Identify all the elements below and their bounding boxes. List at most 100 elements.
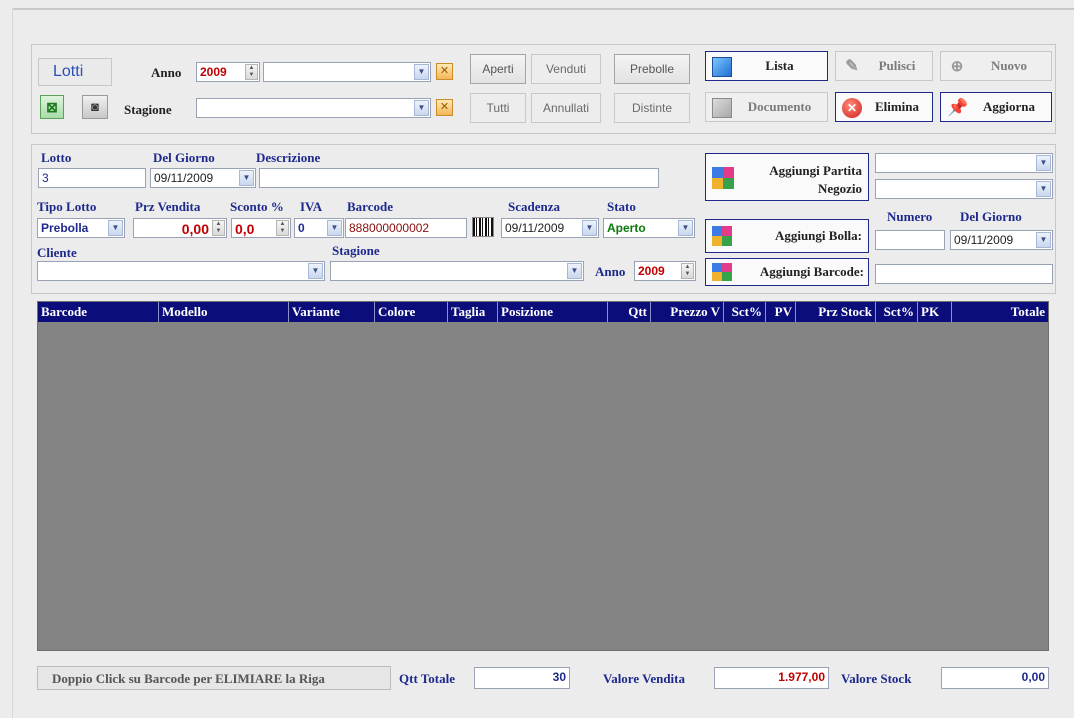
valore-vendita-label: Valore Vendita xyxy=(603,671,685,686)
col-qtt[interactable]: Qtt xyxy=(608,302,651,322)
chevron-down-icon[interactable]: ▼ xyxy=(678,220,693,236)
anno-form-spinner[interactable]: 2009 ▲ ▼ xyxy=(634,261,696,281)
stato-combo[interactable]: Aperto ▼ xyxy=(603,218,695,238)
filter-distinte-button[interactable]: Distinte xyxy=(614,93,690,123)
scadenza-label: Scadenza xyxy=(508,199,560,214)
tipo-lotto-value: Prebolla xyxy=(41,221,89,235)
filter-prebolle-button[interactable]: Prebolle xyxy=(614,54,690,84)
anno-form-value: 2009 xyxy=(638,264,665,278)
chevron-down-icon[interactable]: ▼ xyxy=(1036,155,1051,171)
descrizione-input[interactable] xyxy=(259,168,659,188)
lotto-input[interactable]: 3 xyxy=(38,168,146,188)
side-del-giorno-date[interactable]: 09/11/2009 ▼ xyxy=(950,230,1053,250)
spinner-arrows-icon[interactable]: ▲ ▼ xyxy=(276,220,289,236)
aggiungi-barcode-button[interactable]: Aggiungi Barcode: xyxy=(705,258,869,286)
col-pk[interactable]: PK xyxy=(918,302,952,322)
stagione-label: Stagione xyxy=(124,102,172,117)
anno-spinner[interactable]: 2009 ▲ ▼ xyxy=(196,62,260,82)
col-totale[interactable]: Totale xyxy=(952,302,1048,322)
stagione-form-label: Stagione xyxy=(332,243,380,258)
aggiungi-bolla-label: Aggiungi Bolla: xyxy=(774,228,862,243)
aggiorna-button[interactable]: 📌 Aggiorna xyxy=(940,92,1052,122)
items-grid[interactable]: Barcode Modello Variante Colore Taglia P… xyxy=(37,301,1049,651)
col-prezzo-v[interactable]: Prezzo V xyxy=(651,302,724,322)
chevron-down-icon[interactable]: ▼ xyxy=(582,220,597,236)
stagione-form-combo[interactable]: ▼ xyxy=(330,261,584,281)
chevron-down-icon[interactable]: ▼ xyxy=(108,220,123,236)
col-posizione[interactable]: Posizione xyxy=(498,302,608,322)
col-pv[interactable]: PV xyxy=(766,302,796,322)
partita-combo-2[interactable]: ▼ xyxy=(875,179,1053,199)
stato-label: Stato xyxy=(607,199,636,214)
document-icon xyxy=(712,98,732,118)
col-prz-stock[interactable]: Prz Stock xyxy=(796,302,876,322)
clear-anno-icon[interactable]: ✕ xyxy=(436,63,453,80)
aggiorna-label: Aggiorna xyxy=(983,99,1035,114)
del-giorno-date[interactable]: 09/11/2009 ▼ xyxy=(150,168,256,188)
filter-tutti-button[interactable]: Tutti xyxy=(470,93,526,123)
prz-vendita-spinner[interactable]: 0,00 ▲ ▼ xyxy=(133,218,227,238)
anno-combo[interactable]: ▼ xyxy=(263,62,431,82)
qtt-totale-label: Qtt Totale xyxy=(399,671,455,686)
lotti-title-box: Lotti xyxy=(38,58,112,86)
chevron-down-icon[interactable]: ▼ xyxy=(567,263,582,279)
sconto-spinner[interactable]: 0,0 ▲ ▼ xyxy=(231,218,291,238)
documento-button[interactable]: Documento xyxy=(705,92,828,122)
col-sct-2[interactable]: Sct% xyxy=(876,302,918,322)
chevron-down-icon[interactable]: ▼ xyxy=(414,64,429,80)
del-giorno-label: Del Giorno xyxy=(153,150,215,165)
pulisci-label: Pulisci xyxy=(878,58,916,73)
col-sct-1[interactable]: Sct% xyxy=(724,302,766,322)
lista-label: Lista xyxy=(765,58,794,73)
col-taglia[interactable]: Taglia xyxy=(448,302,498,322)
chevron-down-icon[interactable]: ▼ xyxy=(414,100,429,116)
iva-combo[interactable]: 0 ▼ xyxy=(294,218,344,238)
broom-icon: ✎ xyxy=(845,58,859,75)
chevron-down-icon[interactable]: ▼ xyxy=(1036,181,1051,197)
elimina-button[interactable]: ✕ Elimina xyxy=(835,92,933,122)
cliente-combo[interactable]: ▼ xyxy=(37,261,325,281)
window-edge xyxy=(12,8,1074,10)
valore-stock-label: Valore Stock xyxy=(841,671,912,686)
aggiungi-partita-button[interactable]: Aggiungi Partita Negozio xyxy=(705,153,869,201)
partita-combo-1[interactable]: ▼ xyxy=(875,153,1053,173)
chevron-down-icon[interactable]: ▼ xyxy=(239,170,254,186)
filter-annullati-button[interactable]: Annullati xyxy=(531,93,601,123)
chevron-down-icon[interactable]: ▼ xyxy=(1036,232,1051,248)
tipo-lotto-label: Tipo Lotto xyxy=(37,199,97,214)
prz-vendita-value: 0,00 xyxy=(181,221,209,237)
pulisci-button[interactable]: ✎ Pulisci xyxy=(835,51,933,81)
barcode-input[interactable]: 888000000002 xyxy=(345,218,467,238)
scadenza-date[interactable]: 09/11/2009 ▼ xyxy=(501,218,599,238)
chevron-down-icon[interactable]: ▼ xyxy=(327,220,342,236)
numero-input[interactable] xyxy=(875,230,945,250)
anno-label: Anno xyxy=(151,65,182,80)
stagione-combo[interactable]: ▼ xyxy=(196,98,431,118)
nuovo-label: Nuovo xyxy=(990,58,1028,73)
filter-aperti-button[interactable]: Aperti xyxy=(470,54,526,84)
col-barcode[interactable]: Barcode xyxy=(38,302,159,322)
spinner-arrows-icon[interactable]: ▲ ▼ xyxy=(245,64,258,80)
camera-icon[interactable]: ◙ xyxy=(82,95,108,119)
sconto-label: Sconto % xyxy=(230,199,284,214)
col-modello[interactable]: Modello xyxy=(159,302,289,322)
side-del-giorno-label: Del Giorno xyxy=(960,209,1022,224)
clear-stagione-icon[interactable]: ✕ xyxy=(436,99,453,116)
descrizione-label: Descrizione xyxy=(256,150,321,165)
barcode-scan-icon[interactable] xyxy=(472,217,494,237)
tipo-lotto-combo[interactable]: Prebolla ▼ xyxy=(37,218,125,238)
col-colore[interactable]: Colore xyxy=(375,302,448,322)
aggiungi-bolla-button[interactable]: Aggiungi Bolla: xyxy=(705,219,869,253)
side-del-giorno-value: 09/11/2009 xyxy=(954,233,1014,247)
excel-icon[interactable]: ⊠ xyxy=(40,95,64,119)
lista-button[interactable]: Lista xyxy=(705,51,828,81)
lotto-label: Lotto xyxy=(41,150,72,165)
filter-venduti-button[interactable]: Venduti xyxy=(531,54,601,84)
chevron-down-icon[interactable]: ▼ xyxy=(308,263,323,279)
barcode-add-input[interactable] xyxy=(875,264,1053,284)
spinner-arrows-icon[interactable]: ▲ ▼ xyxy=(681,263,694,279)
spinner-arrows-icon[interactable]: ▲ ▼ xyxy=(212,220,225,236)
col-variante[interactable]: Variante xyxy=(289,302,375,322)
plus-circle-icon: ⊕ xyxy=(950,59,964,75)
nuovo-button[interactable]: ⊕ Nuovo xyxy=(940,51,1052,81)
